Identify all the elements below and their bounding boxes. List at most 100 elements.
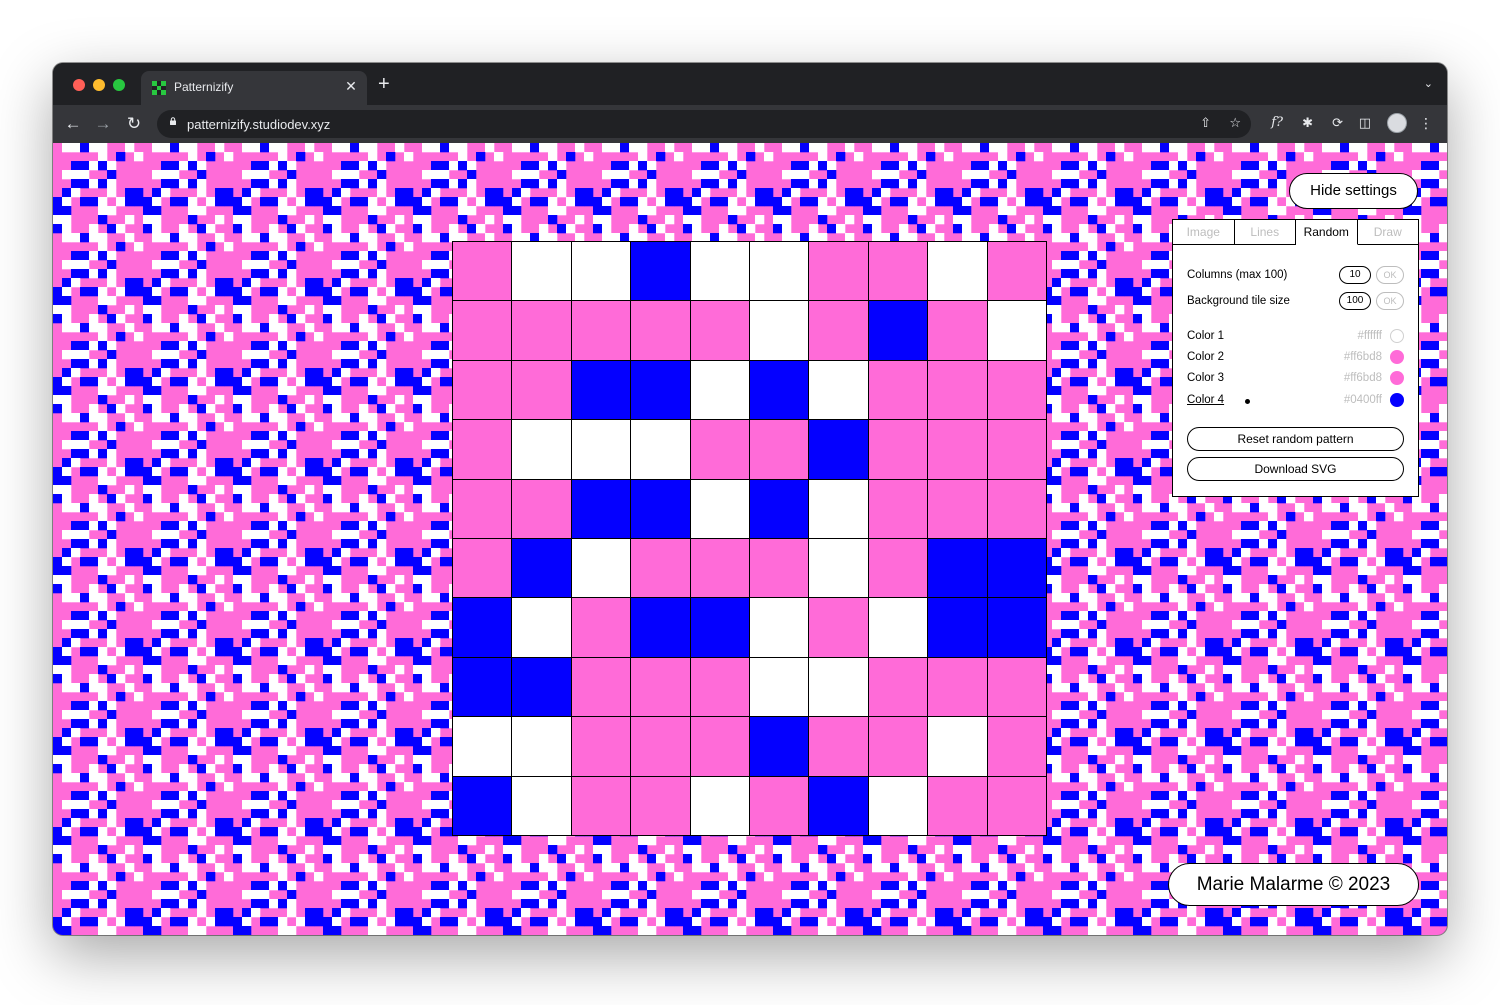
grid-cell[interactable] bbox=[631, 420, 691, 480]
download-svg-button[interactable]: Download SVG bbox=[1187, 457, 1404, 481]
grid-cell[interactable] bbox=[512, 420, 572, 480]
grid-cell[interactable] bbox=[631, 717, 691, 777]
side-panel-icon[interactable]: ◫ bbox=[1359, 115, 1371, 131]
grid-cell[interactable] bbox=[928, 360, 988, 421]
color-swatch[interactable] bbox=[1390, 350, 1404, 364]
grid-cell[interactable] bbox=[809, 598, 869, 658]
grid-cell[interactable] bbox=[809, 301, 869, 361]
forward-arrow-icon[interactable]: → bbox=[93, 114, 113, 134]
tab-random[interactable]: Random bbox=[1296, 220, 1358, 245]
browser-menu-icon[interactable]: ⋮ bbox=[1419, 113, 1433, 133]
grid-cell[interactable] bbox=[868, 539, 929, 599]
grid-cell[interactable] bbox=[512, 360, 572, 421]
tile-size-ok-button[interactable]: OK bbox=[1376, 292, 1404, 310]
grid-cell[interactable] bbox=[631, 539, 691, 599]
grid-cell[interactable] bbox=[512, 479, 572, 539]
grid-cell[interactable] bbox=[928, 598, 988, 658]
grid-cell[interactable] bbox=[571, 301, 632, 361]
columns-ok-button[interactable]: OK bbox=[1376, 266, 1404, 284]
grid-cell[interactable] bbox=[571, 242, 632, 302]
extensions-puzzle-icon[interactable]: ✱ bbox=[1302, 115, 1313, 131]
sync-extension-icon[interactable]: ⟳ bbox=[1332, 115, 1343, 131]
grid-cell[interactable] bbox=[987, 717, 1047, 777]
grid-cell[interactable] bbox=[453, 242, 513, 302]
grid-cell[interactable] bbox=[512, 717, 572, 777]
grid-cell[interactable] bbox=[928, 420, 988, 480]
grid-cell[interactable] bbox=[453, 657, 513, 718]
grid-cell[interactable] bbox=[512, 657, 572, 718]
grid-cell[interactable] bbox=[690, 242, 750, 302]
tab-close-icon[interactable]: ✕ bbox=[343, 78, 359, 94]
grid-cell[interactable] bbox=[690, 598, 750, 658]
grid-cell[interactable] bbox=[453, 360, 513, 421]
pattern-grid[interactable] bbox=[452, 241, 1047, 836]
grid-cell[interactable] bbox=[928, 776, 988, 836]
grid-cell[interactable] bbox=[631, 301, 691, 361]
columns-input[interactable]: 10 bbox=[1339, 266, 1371, 284]
tab-search-chevron-icon[interactable]: ⌄ bbox=[1424, 77, 1433, 90]
grid-cell[interactable] bbox=[809, 479, 869, 539]
grid-cell[interactable] bbox=[690, 657, 750, 718]
new-tab-button[interactable]: + bbox=[378, 74, 390, 94]
grid-cell[interactable] bbox=[453, 598, 513, 658]
profile-avatar[interactable] bbox=[1387, 113, 1407, 133]
grid-cell[interactable] bbox=[987, 539, 1047, 599]
grid-cell[interactable] bbox=[750, 598, 810, 658]
close-window-button[interactable] bbox=[73, 79, 85, 91]
grid-cell[interactable] bbox=[690, 717, 750, 777]
browser-tab[interactable]: Patternizify ✕ bbox=[141, 71, 367, 105]
tab-image[interactable]: Image bbox=[1173, 220, 1235, 245]
grid-cell[interactable] bbox=[868, 657, 929, 718]
back-arrow-icon[interactable]: ← bbox=[63, 114, 83, 134]
grid-cell[interactable] bbox=[809, 420, 869, 480]
grid-cell[interactable] bbox=[750, 539, 810, 599]
grid-cell[interactable] bbox=[453, 479, 513, 539]
grid-cell[interactable] bbox=[868, 598, 929, 658]
grid-cell[interactable] bbox=[868, 776, 929, 836]
grid-cell[interactable] bbox=[631, 657, 691, 718]
tab-lines[interactable]: Lines bbox=[1234, 220, 1296, 245]
grid-cell[interactable] bbox=[631, 598, 691, 658]
maximize-window-button[interactable] bbox=[113, 79, 125, 91]
grid-cell[interactable] bbox=[987, 360, 1047, 421]
share-icon[interactable]: ⇧ bbox=[1200, 115, 1211, 131]
grid-cell[interactable] bbox=[690, 539, 750, 599]
grid-cell[interactable] bbox=[809, 717, 869, 777]
grid-cell[interactable] bbox=[512, 301, 572, 361]
hide-settings-button[interactable]: Hide settings bbox=[1289, 173, 1418, 209]
grid-cell[interactable] bbox=[453, 301, 513, 361]
grid-cell[interactable] bbox=[690, 360, 750, 421]
grid-cell[interactable] bbox=[453, 717, 513, 777]
grid-cell[interactable] bbox=[453, 420, 513, 480]
bookmark-star-icon[interactable]: ☆ bbox=[1229, 115, 1241, 131]
grid-cell[interactable] bbox=[987, 242, 1047, 302]
grid-cell[interactable] bbox=[987, 301, 1047, 361]
grid-cell[interactable] bbox=[928, 657, 988, 718]
grid-cell[interactable] bbox=[868, 479, 929, 539]
address-bar[interactable]: patternizify.studiodev.xyz ⇧ ☆ bbox=[157, 110, 1251, 138]
grid-cell[interactable] bbox=[453, 539, 513, 599]
color-swatch[interactable] bbox=[1390, 393, 1404, 407]
color-swatch[interactable] bbox=[1390, 329, 1404, 343]
grid-cell[interactable] bbox=[809, 776, 869, 836]
grid-cell[interactable] bbox=[928, 717, 988, 777]
grid-cell[interactable] bbox=[512, 598, 572, 658]
grid-cell[interactable] bbox=[987, 657, 1047, 718]
grid-cell[interactable] bbox=[750, 657, 810, 718]
grid-cell[interactable] bbox=[631, 360, 691, 421]
grid-cell[interactable] bbox=[453, 776, 513, 836]
grid-cell[interactable] bbox=[868, 301, 929, 361]
color-swatch[interactable] bbox=[1390, 371, 1404, 385]
grid-cell[interactable] bbox=[690, 479, 750, 539]
grid-cell[interactable] bbox=[571, 360, 632, 421]
grid-cell[interactable] bbox=[690, 420, 750, 480]
grid-cell[interactable] bbox=[631, 479, 691, 539]
grid-cell[interactable] bbox=[987, 479, 1047, 539]
grid-cell[interactable] bbox=[512, 242, 572, 302]
grid-cell[interactable] bbox=[750, 242, 810, 302]
grid-cell[interactable] bbox=[690, 776, 750, 836]
grid-cell[interactable] bbox=[928, 301, 988, 361]
grid-cell[interactable] bbox=[512, 539, 572, 599]
grid-cell[interactable] bbox=[571, 657, 632, 718]
grid-cell[interactable] bbox=[928, 242, 988, 302]
